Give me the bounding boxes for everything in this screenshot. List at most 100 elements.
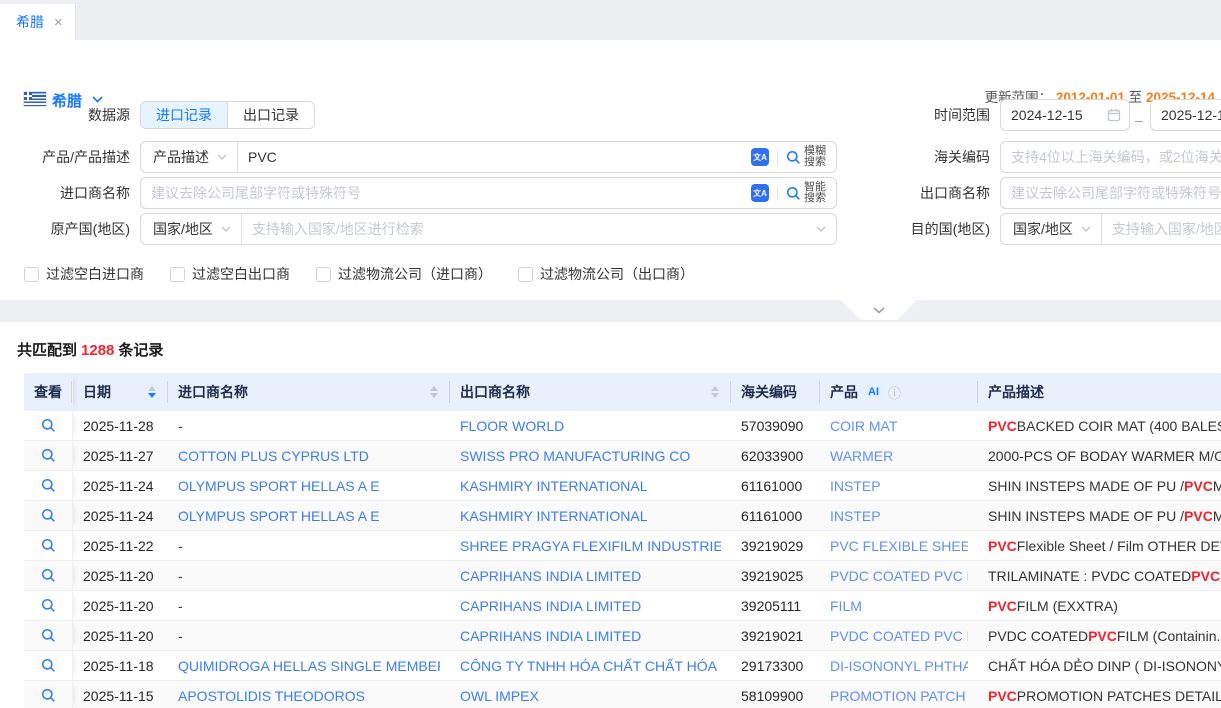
- exporter-link[interactable]: CAPRIHANS INDIA LIMITED: [460, 568, 641, 584]
- origin-country-select[interactable]: 国家/地区: [141, 219, 241, 239]
- exporter-link[interactable]: SHREE PRAGYA FLEXIFILM INDUSTRIES: [460, 538, 721, 554]
- export-records-button[interactable]: 出口记录: [227, 102, 314, 128]
- tab-greece[interactable]: 希腊 ×: [0, 4, 76, 40]
- importer-link[interactable]: QUIMIDROGA HELLAS SINGLE MEMBER PC: [178, 658, 440, 674]
- description-text: SHIN INSTEPS MADE OF PU /: [988, 478, 1184, 494]
- exporter-link[interactable]: FLOOR WORLD: [460, 418, 564, 434]
- importer-cell: QUIMIDROGA HELLAS SINGLE MEMBER PC: [168, 651, 450, 680]
- product-link[interactable]: PROMOTION PATCH: [830, 688, 966, 704]
- smart-search-button[interactable]: 智能搜索: [786, 182, 826, 204]
- product-link[interactable]: INSTEP: [830, 478, 881, 494]
- product-link[interactable]: PVDC COATED PVC FIL...: [830, 628, 968, 644]
- destination-input[interactable]: [1102, 221, 1221, 237]
- exporter-link[interactable]: KASHMIRY INTERNATIONAL: [460, 478, 647, 494]
- filter-checkbox[interactable]: 过滤空白进口商: [24, 264, 144, 284]
- checkbox-icon[interactable]: [24, 267, 39, 282]
- close-icon[interactable]: ×: [54, 15, 63, 30]
- translate-icon[interactable]: 文A: [751, 148, 769, 166]
- description-cell: PVC PROMOTION PATCHES DETAIL ...: [978, 681, 1221, 708]
- view-detail-icon[interactable]: [41, 418, 56, 433]
- view-detail-icon[interactable]: [41, 538, 56, 553]
- importer-cell: OLYMPUS SPORT HELLAS A E: [168, 471, 450, 500]
- product-link[interactable]: DI-ISONONYL PHTHA...: [830, 658, 968, 674]
- importer-cell: -: [168, 591, 450, 620]
- product-link[interactable]: INSTEP: [830, 508, 881, 524]
- chevron-down-icon: [221, 226, 231, 232]
- destination-country-select[interactable]: 国家/地区: [1001, 219, 1101, 239]
- importer-cell: OLYMPUS SPORT HELLAS A E: [168, 501, 450, 530]
- date-cell: 2025-11-24: [73, 471, 168, 500]
- description-text: SHIN INSTEPS MADE OF PU /: [988, 508, 1184, 524]
- filter-checkbox[interactable]: 过滤物流公司（出口商）: [518, 264, 694, 284]
- exporter-cell: CAPRIHANS INDIA LIMITED: [450, 591, 731, 620]
- view-detail-icon[interactable]: [41, 568, 56, 583]
- exporter-link[interactable]: CAPRIHANS INDIA LIMITED: [460, 598, 641, 614]
- date-to-field[interactable]: 2025-12-14: [1150, 99, 1221, 131]
- view-cell: [24, 411, 73, 440]
- origin-input[interactable]: [242, 221, 816, 237]
- view-detail-icon[interactable]: [41, 448, 56, 463]
- date-from-field[interactable]: 2024-12-15: [1000, 99, 1130, 131]
- product-cell: PVDC COATED PVC FIL...: [820, 561, 978, 590]
- checkbox-icon[interactable]: [316, 267, 331, 282]
- exporter-link[interactable]: CAPRIHANS INDIA LIMITED: [460, 628, 641, 644]
- exporter-link[interactable]: SWISS PRO MANUFACTURING CO: [460, 448, 690, 464]
- view-detail-icon[interactable]: [41, 628, 56, 643]
- hs-code-cell: 57039090: [731, 411, 820, 440]
- chevron-down-icon: [1081, 226, 1091, 232]
- exporter-link[interactable]: CÔNG TY TNHH HÓA CHẤT CHẤT HÓA DẺ...: [460, 658, 721, 674]
- exporter-link[interactable]: OWL IMPEX: [460, 688, 539, 704]
- info-icon[interactable]: ⓘ: [888, 383, 901, 402]
- date-cell: 2025-11-15: [73, 681, 168, 708]
- product-cell: PVDC COATED PVC FIL...: [820, 621, 978, 650]
- product-link[interactable]: PVC FLEXIBLE SHEET F...: [830, 538, 968, 554]
- filter-checkbox[interactable]: 过滤物流公司（进口商）: [316, 264, 492, 284]
- product-field: 产品描述 文A 模糊搜索: [140, 141, 837, 173]
- view-detail-icon[interactable]: [41, 478, 56, 493]
- view-detail-icon[interactable]: [41, 688, 56, 703]
- search-mode-label: 模糊搜索: [804, 146, 826, 168]
- description-cell: PVC BACKED COIR MAT (400 BALES)...: [978, 411, 1221, 440]
- hs-code-cell: 29173300: [731, 651, 820, 680]
- product-cell: INSTEP: [820, 501, 978, 530]
- column-exporter-label: 出口商名称: [460, 382, 530, 402]
- importer-link[interactable]: OLYMPUS SPORT HELLAS A E: [178, 478, 380, 494]
- exporter-link[interactable]: KASHMIRY INTERNATIONAL: [460, 508, 647, 524]
- product-link[interactable]: WARMER: [830, 448, 893, 464]
- description-cell: SHIN INSTEPS MADE OF PU / PVC M...: [978, 471, 1221, 500]
- view-detail-icon[interactable]: [41, 598, 56, 613]
- product-link[interactable]: COIR MAT: [830, 418, 897, 434]
- product-link[interactable]: PVDC COATED PVC FIL...: [830, 568, 968, 584]
- sort-exporter[interactable]: [711, 386, 721, 398]
- search-icon: [786, 186, 801, 201]
- importer-link[interactable]: COTTON PLUS CYPRUS LTD: [178, 448, 369, 464]
- exporter-input[interactable]: [1001, 185, 1221, 201]
- checkbox-icon[interactable]: [518, 267, 533, 282]
- product-input[interactable]: [238, 149, 745, 165]
- translate-icon[interactable]: 文A: [751, 184, 769, 202]
- table-header: 查看 日期 进口商名称 出口商名称 海关编码 产品 AI ⓘ: [24, 373, 1221, 411]
- importer-link[interactable]: APOSTOLIDIS THEODOROS: [178, 688, 365, 704]
- collapse-form-button[interactable]: [841, 300, 917, 320]
- fuzzy-search-button[interactable]: 模糊搜索: [786, 146, 826, 168]
- keyword-highlight: PVC: [988, 538, 1017, 554]
- import-records-button[interactable]: 进口记录: [141, 102, 227, 128]
- sort-importer[interactable]: [430, 386, 440, 398]
- importer-cell: -: [168, 621, 450, 650]
- chevron-down-icon[interactable]: [816, 226, 826, 232]
- exporter-field: [1000, 177, 1221, 209]
- sort-date[interactable]: [148, 386, 158, 398]
- filter-checkbox[interactable]: 过滤空白出口商: [170, 264, 290, 284]
- section-divider: [0, 300, 1221, 322]
- product-cell: DI-ISONONYL PHTHA...: [820, 651, 978, 680]
- view-detail-icon[interactable]: [41, 658, 56, 673]
- hs-code-input[interactable]: [1001, 149, 1221, 165]
- view-detail-icon[interactable]: [41, 508, 56, 523]
- product-type-select[interactable]: 产品描述: [141, 147, 237, 167]
- product-link[interactable]: FILM: [830, 598, 862, 614]
- checkbox-icon[interactable]: [170, 267, 185, 282]
- importer-link[interactable]: OLYMPUS SPORT HELLAS A E: [178, 508, 380, 524]
- column-product: 产品 AI ⓘ: [820, 373, 978, 411]
- importer-input[interactable]: [141, 185, 745, 201]
- column-importer: 进口商名称: [168, 373, 450, 411]
